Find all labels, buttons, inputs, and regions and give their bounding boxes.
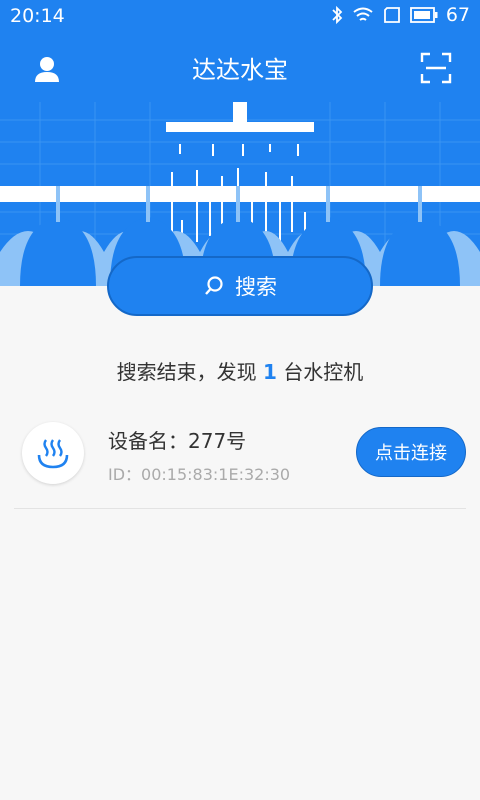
sim-icon <box>383 7 400 23</box>
result-count: 1 <box>263 360 277 384</box>
device-list-item: 设备名：277号 ID：00:15:83:1E:32:30 点击连接 <box>14 408 466 509</box>
battery-icon <box>409 7 438 23</box>
search-label: 搜索 <box>235 275 277 299</box>
search-icon <box>205 276 223 295</box>
device-id: ID：00:15:83:1E:32:30 <box>108 465 291 484</box>
hot-spring-icon <box>37 439 69 469</box>
wifi-icon <box>353 7 373 21</box>
status-time: 20:14 <box>10 5 65 27</box>
result-prefix: 搜索结束，发现 <box>116 360 257 384</box>
search-button[interactable]: 搜索 <box>107 256 373 316</box>
search-result-text: 搜索结束，发现 1 台水控机 <box>0 356 480 385</box>
status-icons: 67 <box>330 4 470 26</box>
device-name: 设备名：277号 <box>108 429 247 453</box>
app-bar: 达达水宝 <box>0 32 480 102</box>
device-avatar <box>22 422 84 484</box>
connect-button[interactable]: 点击连接 <box>356 427 466 477</box>
page-title: 达达水宝 <box>192 56 288 84</box>
status-bar: 20:14 67 <box>0 0 480 32</box>
bluetooth-icon <box>332 5 343 25</box>
battery-level: 67 <box>445 4 470 26</box>
result-suffix: 台水控机 <box>283 360 364 384</box>
scan-icon[interactable] <box>420 52 452 84</box>
